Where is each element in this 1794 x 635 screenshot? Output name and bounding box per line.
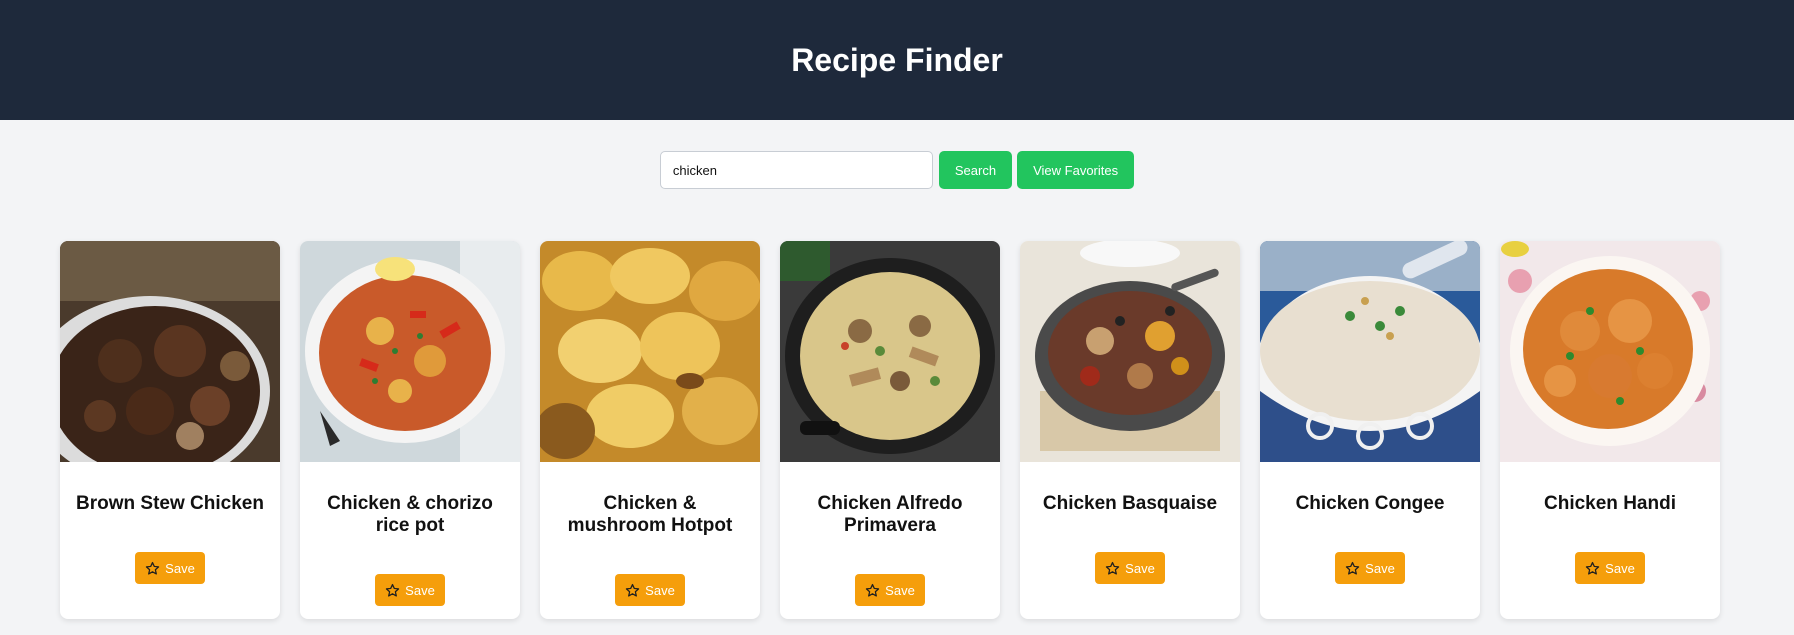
recipe-title: Chicken & mushroom Hotpot	[567, 493, 733, 536]
save-label: Save	[885, 582, 915, 598]
save-button[interactable]: Save	[1095, 552, 1165, 584]
star-icon	[625, 583, 640, 597]
search-button[interactable]: Search	[938, 151, 1013, 189]
recipe-image	[300, 241, 520, 462]
save-label: Save	[645, 582, 675, 598]
star-icon	[145, 561, 160, 575]
view-favorites-button[interactable]: View Favorites	[1017, 151, 1135, 189]
recipe-title: Chicken Basquaise	[1042, 493, 1218, 514]
recipe-image	[780, 241, 1000, 462]
recipe-image	[60, 241, 280, 462]
recipe-title: Brown Stew Chicken	[76, 493, 264, 514]
save-button[interactable]: Save	[135, 552, 205, 584]
recipe-title: Chicken Congee	[1295, 493, 1445, 514]
star-icon	[385, 583, 400, 597]
recipe-card: Chicken & mushroom Hotpot Save	[540, 241, 760, 619]
recipe-title: Chicken Alfredo Primavera	[817, 493, 963, 536]
page-title: Recipe Finder	[791, 41, 1003, 78]
star-icon	[1105, 561, 1120, 575]
save-button[interactable]: Save	[615, 574, 685, 606]
recipe-card: Chicken Congee Save	[1260, 241, 1480, 619]
recipe-card: Brown Stew Chicken Save	[60, 241, 280, 619]
recipe-card: Chicken & chorizo rice pot Save	[300, 241, 520, 619]
save-button[interactable]: Save	[1335, 552, 1405, 584]
recipe-title: Chicken & chorizo rice pot	[327, 493, 493, 536]
recipe-card: Chicken Alfredo Primavera Save	[780, 241, 1000, 619]
recipe-card: Chicken Handi Save	[1500, 241, 1720, 619]
save-button[interactable]: Save	[855, 574, 925, 606]
star-icon	[1585, 561, 1600, 575]
save-label: Save	[1605, 560, 1635, 576]
save-label: Save	[405, 582, 435, 598]
save-label: Save	[1365, 560, 1395, 576]
save-button[interactable]: Save	[1575, 552, 1645, 584]
star-icon	[865, 583, 880, 597]
recipe-image	[1020, 241, 1240, 462]
search-input[interactable]	[659, 151, 933, 189]
recipe-grid: Brown Stew Chicken Save Chicken & choriz…	[60, 241, 1720, 619]
recipe-card: Chicken Basquaise Save	[1020, 241, 1240, 619]
search-bar: Search View Favorites	[0, 151, 1794, 189]
recipe-image	[540, 241, 760, 462]
recipe-image	[1500, 241, 1720, 462]
star-icon	[1345, 561, 1360, 575]
save-button[interactable]: Save	[375, 574, 445, 606]
recipe-image	[1260, 241, 1480, 462]
save-label: Save	[1125, 560, 1155, 576]
recipe-title: Chicken Handi	[1544, 493, 1676, 514]
app-header: Recipe Finder	[0, 0, 1794, 120]
save-label: Save	[165, 560, 195, 576]
